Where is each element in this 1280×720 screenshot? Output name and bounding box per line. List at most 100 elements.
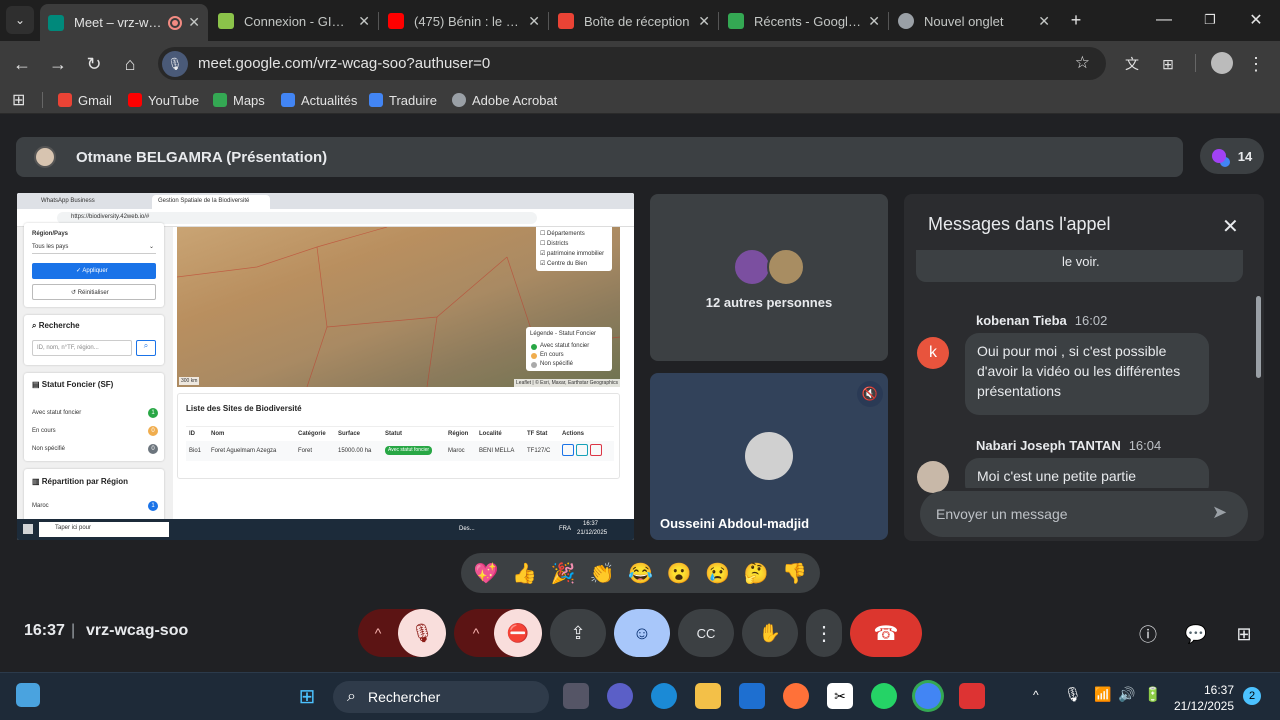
bookmark-acrobat[interactable]: Adobe Acrobat xyxy=(452,90,557,110)
chat-input[interactable]: Envoyer un message xyxy=(920,491,1248,537)
close-icon[interactable]: ✕ xyxy=(358,13,370,30)
close-icon[interactable]: ✕ xyxy=(1038,13,1050,30)
region-label: Région/Pays xyxy=(32,231,69,237)
minimize-button[interactable]: — xyxy=(1141,6,1187,34)
tab-new[interactable]: Nouvel onglet ✕ xyxy=(890,6,1058,36)
snipping-tool-icon[interactable] xyxy=(959,683,985,709)
tab-meet[interactable]: Meet – vrz-wcag-soo ✕ xyxy=(40,4,208,41)
battery-icon[interactable]: 🔋 xyxy=(1144,686,1161,703)
chat-icon[interactable]: 💬 xyxy=(1183,621,1209,647)
extensions-icon[interactable]: ⊞ xyxy=(1154,50,1182,78)
home-button[interactable]: ⌂ xyxy=(116,50,144,78)
leave-call-icon[interactable]: ☎ xyxy=(850,609,922,657)
profile-avatar[interactable] xyxy=(1211,52,1233,74)
tab-divider xyxy=(378,12,379,30)
whatsapp-icon[interactable] xyxy=(871,683,897,709)
capcut-icon[interactable]: ✂ xyxy=(827,683,853,709)
reaction-laugh-icon[interactable]: 😂 xyxy=(625,561,655,586)
mic-icon[interactable]: 🎙 xyxy=(162,50,188,77)
bookmark-gmail[interactable]: Gmail xyxy=(58,90,112,110)
store-icon[interactable] xyxy=(739,683,765,709)
close-window-button[interactable]: ✕ xyxy=(1233,6,1279,34)
show-hidden-icons[interactable]: ^ xyxy=(1033,688,1039,702)
firefox-icon[interactable] xyxy=(783,683,809,709)
count-badge: 0 xyxy=(148,426,158,436)
more-options-icon[interactable]: ⋮ xyxy=(806,609,842,657)
others-tile[interactable]: 12 autres personnes xyxy=(650,194,888,361)
participants-button[interactable]: 14 xyxy=(1200,138,1264,174)
microphone-tray-icon[interactable]: 🎙 xyxy=(1064,686,1082,703)
tab-divider xyxy=(548,12,549,30)
volume-icon[interactable]: 🔊 xyxy=(1118,686,1135,703)
meeting-info-icon[interactable]: ⓘ xyxy=(1135,621,1161,647)
search-card: ⌕ Recherche ID, nom, n°TF, région... ⌕ xyxy=(24,315,164,365)
reaction-thumbs-down-icon[interactable]: 👎 xyxy=(780,561,810,586)
reaction-party-icon[interactable]: 🎉 xyxy=(548,561,578,586)
edge-icon[interactable] xyxy=(651,683,677,709)
presentation-bar: Otmane BELGAMRA (Présentation) xyxy=(16,137,1183,177)
tab-title: (475) Bénin : le Collectif xyxy=(414,13,523,29)
file-explorer-icon[interactable] xyxy=(695,683,721,709)
edit-icon xyxy=(562,444,574,456)
youtube-favicon-icon xyxy=(388,13,404,29)
chat-panel: Messages dans l'appel ✕ le voir. kobenan… xyxy=(904,194,1264,541)
tab-divider xyxy=(718,12,719,30)
teams-icon[interactable] xyxy=(607,683,633,709)
tab-search-button[interactable]: ⌄ xyxy=(6,6,34,34)
send-icon[interactable]: ➤ xyxy=(1212,502,1227,523)
tab-youtube[interactable]: (475) Bénin : le Collectif ✕ xyxy=(380,6,548,36)
activities-icon[interactable]: ⊞ xyxy=(1231,621,1257,647)
reaction-sad-icon[interactable]: 😢 xyxy=(703,561,733,586)
camera-options-chevron-icon[interactable]: ^ xyxy=(454,625,498,641)
gis-favicon-icon xyxy=(218,13,234,29)
mic-off-icon[interactable]: 🎙 xyxy=(398,609,446,657)
participant-name: Ousseini Abdoul-madjid xyxy=(660,516,810,531)
reaction-surprised-icon[interactable]: 😮 xyxy=(664,561,694,586)
apps-grid-icon[interactable]: ⊞ xyxy=(12,90,25,110)
tab-drive[interactable]: Récents - Google Drive ✕ xyxy=(720,6,888,36)
translate-icon[interactable]: 文 xyxy=(1118,50,1146,78)
forward-button[interactable]: → xyxy=(44,50,72,78)
captions-icon[interactable]: CC xyxy=(678,609,734,657)
close-icon[interactable]: ✕ xyxy=(528,13,540,30)
raise-hand-icon[interactable]: ✋ xyxy=(742,609,798,657)
back-button[interactable]: ← xyxy=(8,50,36,78)
windows-search[interactable]: ⌕ Rechercher xyxy=(333,681,549,713)
tab-gis[interactable]: Connexion - GIS Digital ✕ xyxy=(210,6,378,36)
menu-icon[interactable]: ⋮ xyxy=(1242,50,1270,78)
reaction-clap-icon[interactable]: 👏 xyxy=(587,561,617,586)
camera-off-icon[interactable]: ⛔ xyxy=(494,609,542,657)
count-badge: 1 xyxy=(148,408,158,418)
bookmark-traduire[interactable]: Traduire xyxy=(369,90,437,110)
task-view-icon[interactable] xyxy=(563,683,589,709)
chrome-icon[interactable] xyxy=(915,683,941,709)
widgets-icon[interactable] xyxy=(16,683,40,707)
bookmark-actualites[interactable]: Actualités xyxy=(281,90,357,110)
reaction-thumbs-up-icon[interactable]: 👍 xyxy=(510,561,540,586)
new-tab-button[interactable]: + xyxy=(1062,6,1090,34)
close-icon[interactable]: ✕ xyxy=(868,13,880,30)
notification-badge[interactable]: 2 xyxy=(1243,687,1261,705)
reload-button[interactable]: ↻ xyxy=(80,50,108,78)
close-icon[interactable]: ✕ xyxy=(188,14,200,31)
restore-button[interactable]: ❐ xyxy=(1187,6,1233,34)
emoji-reaction-icon[interactable]: ☺ xyxy=(614,609,670,657)
bookmark-maps[interactable]: Maps xyxy=(213,90,265,110)
reaction-heart-icon[interactable]: 💖 xyxy=(471,561,501,586)
present-screen-icon[interactable]: ⇪ xyxy=(550,609,606,657)
address-bar[interactable]: 🎙 meet.google.com/vrz-wcag-soo?authuser=… xyxy=(158,47,1106,80)
taskbar-clock[interactable]: 16:37 21/12/2025 xyxy=(1172,682,1234,714)
bookmark-youtube[interactable]: YouTube xyxy=(128,90,199,110)
participant-tile[interactable]: 🔇 Ousseini Abdoul-madjid xyxy=(650,373,888,540)
bookmark-star-icon[interactable]: ☆ xyxy=(1075,53,1090,73)
region-filter-card: Région/Pays Tous les pays ⌄ ✓ Appliquer ↺… xyxy=(24,223,164,307)
wifi-icon[interactable]: 📶 xyxy=(1094,686,1111,703)
start-icon[interactable]: ⊞ xyxy=(294,683,320,709)
reaction-thinking-icon[interactable]: 🤔 xyxy=(741,561,771,586)
close-chat-icon[interactable]: ✕ xyxy=(1222,214,1239,239)
mic-options-chevron-icon[interactable]: ^ xyxy=(358,625,398,641)
chat-scrollbar[interactable] xyxy=(1256,296,1261,378)
tab-gmail[interactable]: Boîte de réception ✕ xyxy=(550,6,718,36)
close-icon[interactable]: ✕ xyxy=(698,13,710,30)
message-bubble: Moi c'est une petite partie xyxy=(965,458,1209,488)
